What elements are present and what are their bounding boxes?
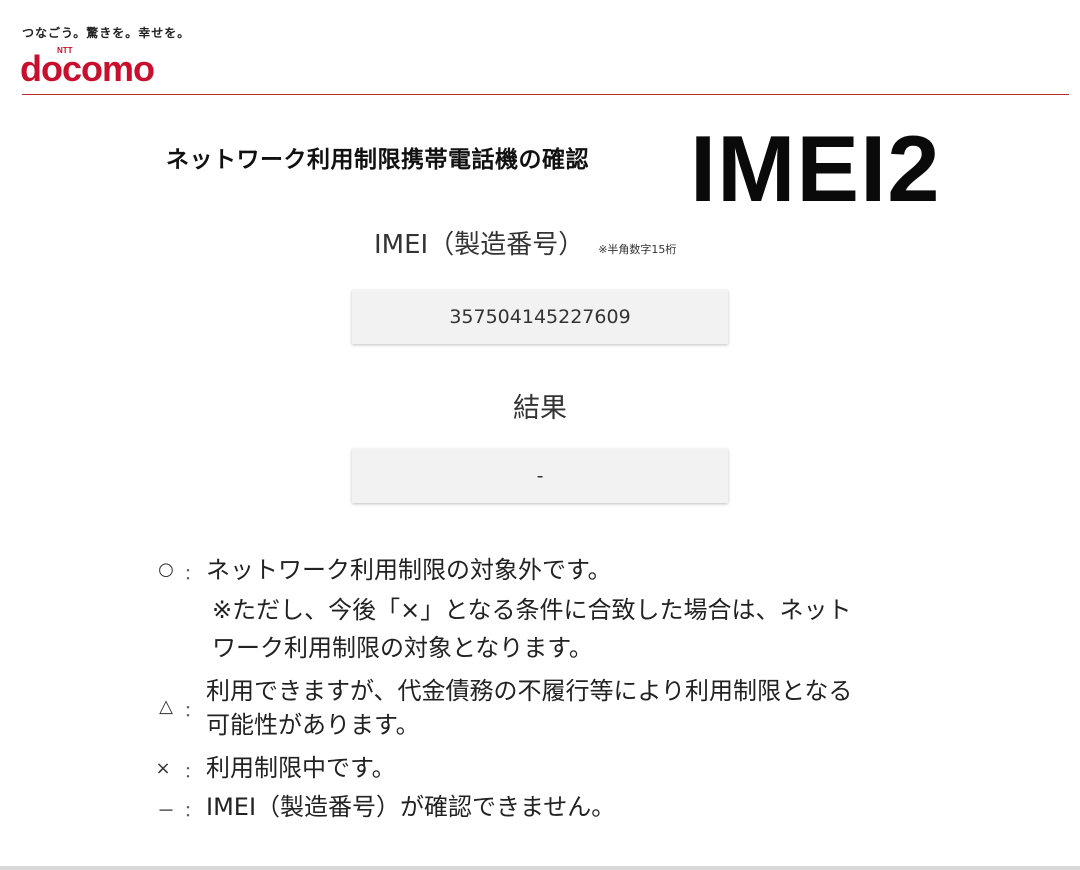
logo-wordmark: docomo [20, 48, 155, 89]
result-field: - [352, 449, 728, 503]
legend-circle-text: ネットワーク利用制限の対象外です。 [206, 556, 612, 584]
legend-cross-symbol: × [155, 758, 171, 779]
imei-label: IMEI（製造番号） ※半角数字15桁 [374, 224, 676, 261]
legend-cross-text: 利用制限中です。 [206, 754, 396, 782]
overlay-caption: IMEI2 [690, 116, 941, 221]
legend-circle-note-line2: ワーク利用制限の対象となります。 [212, 634, 593, 662]
legend-triangle-line2: 可能性があります。 [206, 711, 420, 739]
docomo-logo[interactable]: NTT docomo [20, 44, 190, 89]
page: つなごう。驚きを。幸せを。 NTT docomo ネットワーク利用制限携帯電話機… [0, 0, 1080, 870]
imei-input[interactable]: 357504145227609 [352, 290, 728, 344]
legend-triangle-colon: ： [184, 701, 201, 720]
page-title: ネットワーク利用制限携帯電話機の確認 [166, 147, 589, 173]
legend-circle-note-line1: ※ただし、今後「×」となる条件に合致した場合は、ネット [212, 596, 852, 624]
legend-circle-colon: ： [184, 564, 201, 583]
legend-cross-colon: ： [184, 762, 201, 781]
legend-dash-colon: ： [184, 801, 201, 820]
result-label: 結果 [513, 393, 567, 424]
brand-tagline: つなごう。驚きを。幸せを。 [22, 26, 191, 40]
imei-format-note: ※半角数字15桁 [598, 243, 677, 256]
legend-triangle-symbol: △ [159, 696, 173, 717]
legend-dash-symbol: － [157, 801, 175, 822]
legend-triangle-line1: 利用できますが、代金債務の不履行等により利用制限となる [206, 677, 853, 705]
bottom-divider [0, 866, 1080, 870]
imei-label-text: IMEI（製造番号） [374, 230, 585, 260]
legend-dash-text: IMEI（製造番号）が確認できません。 [206, 793, 616, 821]
legend-circle-symbol: ○ [158, 559, 174, 580]
header-divider [22, 94, 1069, 95]
